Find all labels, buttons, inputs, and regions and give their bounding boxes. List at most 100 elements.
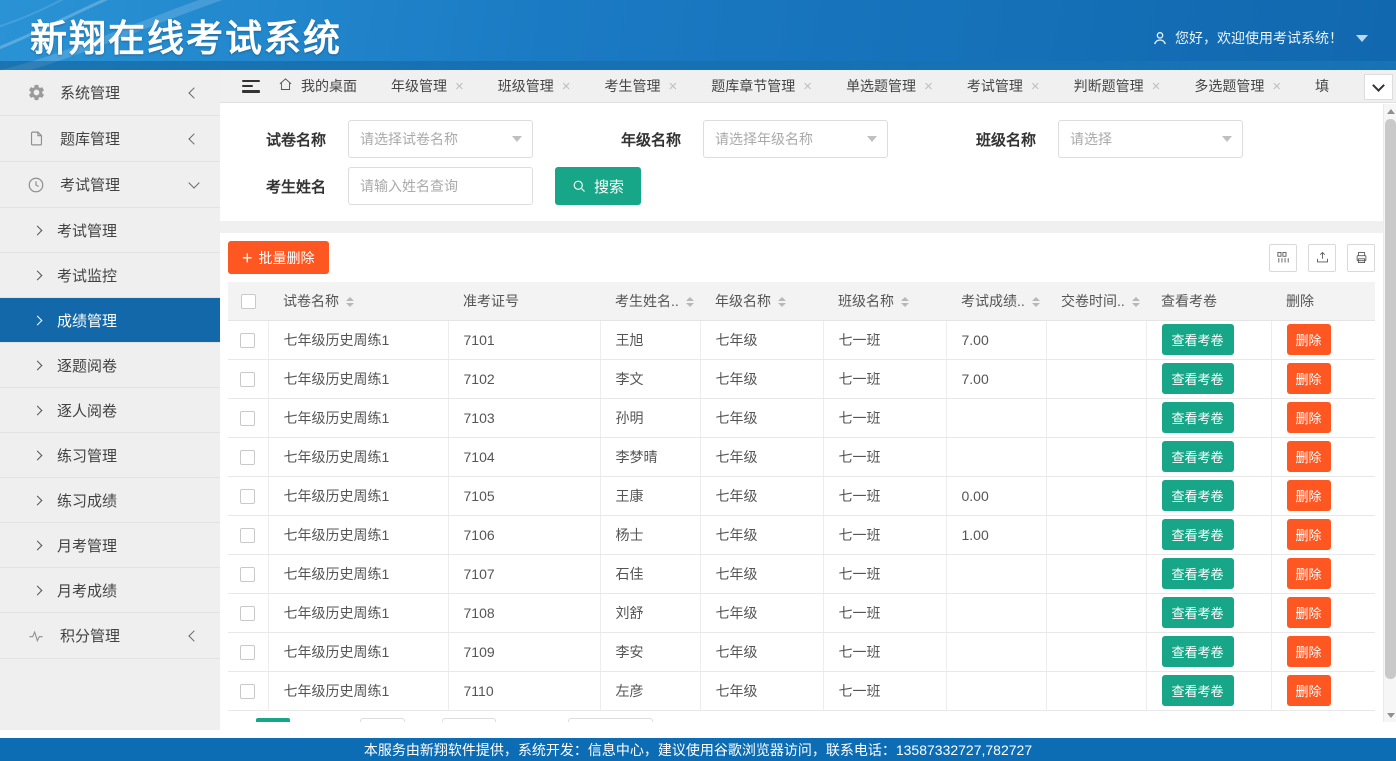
view-paper-button[interactable]: 查看考卷 — [1162, 441, 1234, 472]
sort-icon[interactable] — [901, 297, 909, 307]
scroll-down-icon[interactable] — [1384, 708, 1396, 722]
batch-delete-button[interactable]: + 批量删除 — [228, 241, 329, 274]
sidebar-subitem-score-management[interactable]: 成绩管理 — [0, 298, 220, 343]
scroll-up-icon[interactable] — [1384, 104, 1396, 118]
user-menu[interactable]: 您好，欢迎使用考试系统！ — [1152, 28, 1368, 48]
tab-multi-choice-management[interactable]: 多选题管理 × — [1194, 76, 1281, 96]
tab-close-icon[interactable]: × — [1272, 78, 1281, 95]
cell-score — [946, 671, 1046, 710]
view-paper-button[interactable]: 查看考卷 — [1162, 402, 1234, 433]
tab-close-icon[interactable]: × — [1031, 78, 1040, 95]
search-button[interactable]: 搜索 — [555, 167, 641, 205]
delete-button[interactable]: 删除 — [1287, 480, 1331, 511]
sidebar-subitem-practice-management[interactable]: 练习管理 — [0, 433, 220, 478]
row-checkbox[interactable] — [240, 645, 255, 660]
view-paper-button[interactable]: 查看考卷 — [1162, 480, 1234, 511]
sidebar-subitem-exam-monitor[interactable]: 考试监控 — [0, 253, 220, 298]
delete-button[interactable]: 删除 — [1287, 636, 1331, 667]
tab-examinee-management[interactable]: 考生管理 × — [605, 76, 678, 96]
col-header-paper[interactable]: 试卷名称 — [268, 282, 448, 320]
tab-close-icon[interactable]: × — [455, 78, 464, 95]
row-checkbox[interactable] — [240, 606, 255, 621]
class-name-select[interactable]: 请选择 — [1058, 120, 1243, 158]
row-checkbox[interactable] — [240, 450, 255, 465]
delete-button[interactable]: 删除 — [1287, 441, 1331, 472]
scrollbar-thumb[interactable] — [1385, 119, 1396, 679]
cell-time — [1046, 320, 1146, 359]
tab-close-icon[interactable]: × — [669, 78, 678, 95]
tab-close-icon[interactable]: × — [562, 78, 571, 95]
export-button[interactable] — [1308, 244, 1336, 272]
sort-icon[interactable] — [346, 297, 354, 307]
sidebar-subitem-monthly-exam-management[interactable]: 月考管理 — [0, 523, 220, 568]
delete-button[interactable]: 删除 — [1287, 519, 1331, 550]
goto-page-input[interactable] — [360, 718, 405, 723]
row-checkbox[interactable] — [240, 411, 255, 426]
view-paper-button[interactable]: 查看考卷 — [1162, 324, 1234, 355]
tab-home[interactable]: 我的桌面 — [278, 76, 357, 96]
sidebar-fold-icon[interactable] — [242, 80, 260, 93]
sidebar-item-question-bank[interactable]: 题库管理 — [0, 116, 220, 162]
select-all-checkbox[interactable] — [241, 294, 256, 309]
sidebar-item-system-management[interactable]: 系统管理 — [0, 70, 220, 116]
tab-chapter-management[interactable]: 题库章节管理 × — [711, 76, 812, 96]
view-paper-button[interactable]: 查看考卷 — [1162, 519, 1234, 550]
sidebar-item-exam-management[interactable]: 考试管理 — [0, 162, 220, 208]
sidebar-subitem-grade-by-question[interactable]: 逐题阅卷 — [0, 343, 220, 388]
delete-button[interactable]: 删除 — [1287, 324, 1331, 355]
tab-true-false-management[interactable]: 判断题管理 × — [1074, 76, 1161, 96]
col-header-name[interactable]: 考生姓名.. — [600, 282, 700, 320]
vertical-scrollbar[interactable] — [1383, 104, 1396, 722]
delete-button[interactable]: 删除 — [1287, 675, 1331, 706]
tab-single-choice-management[interactable]: 单选题管理 × — [846, 76, 933, 96]
sidebar-subitem-monthly-exam-scores[interactable]: 月考成绩 — [0, 568, 220, 613]
sort-icon[interactable] — [1032, 297, 1040, 307]
sidebar-item-points-management[interactable]: 积分管理 — [0, 613, 220, 659]
sidebar-subitem-label: 月考管理 — [57, 535, 117, 556]
delete-button[interactable]: 删除 — [1287, 363, 1331, 394]
examinee-name-input[interactable] — [348, 167, 533, 205]
pulse-icon — [26, 626, 46, 646]
tab-close-icon[interactable]: × — [1152, 78, 1161, 95]
sort-icon[interactable] — [778, 297, 786, 307]
tab-exam-management[interactable]: 考试管理 × — [967, 76, 1040, 96]
tab-grade-management[interactable]: 年级管理 × — [391, 76, 464, 96]
view-paper-button[interactable]: 查看考卷 — [1162, 675, 1234, 706]
columns-toggle-button[interactable] — [1269, 244, 1297, 272]
col-header-score[interactable]: 考试成绩.. — [946, 282, 1046, 320]
delete-button[interactable]: 删除 — [1287, 402, 1331, 433]
sort-icon[interactable] — [686, 297, 694, 307]
grade-name-select[interactable]: 请选择年级名称 — [703, 120, 888, 158]
tab-close-icon[interactable]: × — [803, 78, 812, 95]
col-header-time[interactable]: 交卷时间.. — [1046, 282, 1146, 320]
col-header-class[interactable]: 班级名称 — [823, 282, 946, 320]
cell-ticket: 7108 — [448, 593, 600, 632]
page-size-select[interactable]: 15 条/页 — [568, 718, 654, 723]
col-header-grade[interactable]: 年级名称 — [700, 282, 823, 320]
row-checkbox[interactable] — [240, 333, 255, 348]
sort-icon[interactable] — [1132, 297, 1140, 307]
view-paper-button[interactable]: 查看考卷 — [1162, 363, 1234, 394]
print-button[interactable] — [1347, 244, 1375, 272]
row-checkbox[interactable] — [240, 528, 255, 543]
view-paper-button[interactable]: 查看考卷 — [1162, 636, 1234, 667]
goto-confirm-button[interactable]: 确定 — [442, 718, 496, 723]
view-paper-button[interactable]: 查看考卷 — [1162, 597, 1234, 628]
paper-name-select[interactable]: 请选择试卷名称 — [348, 120, 533, 158]
tab-close-icon[interactable]: × — [924, 78, 933, 95]
delete-button[interactable]: 删除 — [1287, 558, 1331, 589]
chevron-down-icon[interactable] — [1356, 35, 1368, 42]
row-checkbox[interactable] — [240, 684, 255, 699]
sidebar-subitem-practice-scores[interactable]: 练习成绩 — [0, 478, 220, 523]
delete-button[interactable]: 删除 — [1287, 597, 1331, 628]
page-number-button[interactable]: 1 — [256, 718, 290, 723]
row-checkbox[interactable] — [240, 372, 255, 387]
tab-fill-blank-management[interactable]: 填 — [1315, 76, 1329, 96]
view-paper-button[interactable]: 查看考卷 — [1162, 558, 1234, 589]
row-checkbox[interactable] — [240, 567, 255, 582]
row-checkbox[interactable] — [240, 489, 255, 504]
sidebar-subitem-grade-by-person[interactable]: 逐人阅卷 — [0, 388, 220, 433]
tab-class-management[interactable]: 班级管理 × — [498, 76, 571, 96]
sidebar-subitem-exam-management[interactable]: 考试管理 — [0, 208, 220, 253]
tab-overflow-button[interactable] — [1364, 74, 1393, 100]
